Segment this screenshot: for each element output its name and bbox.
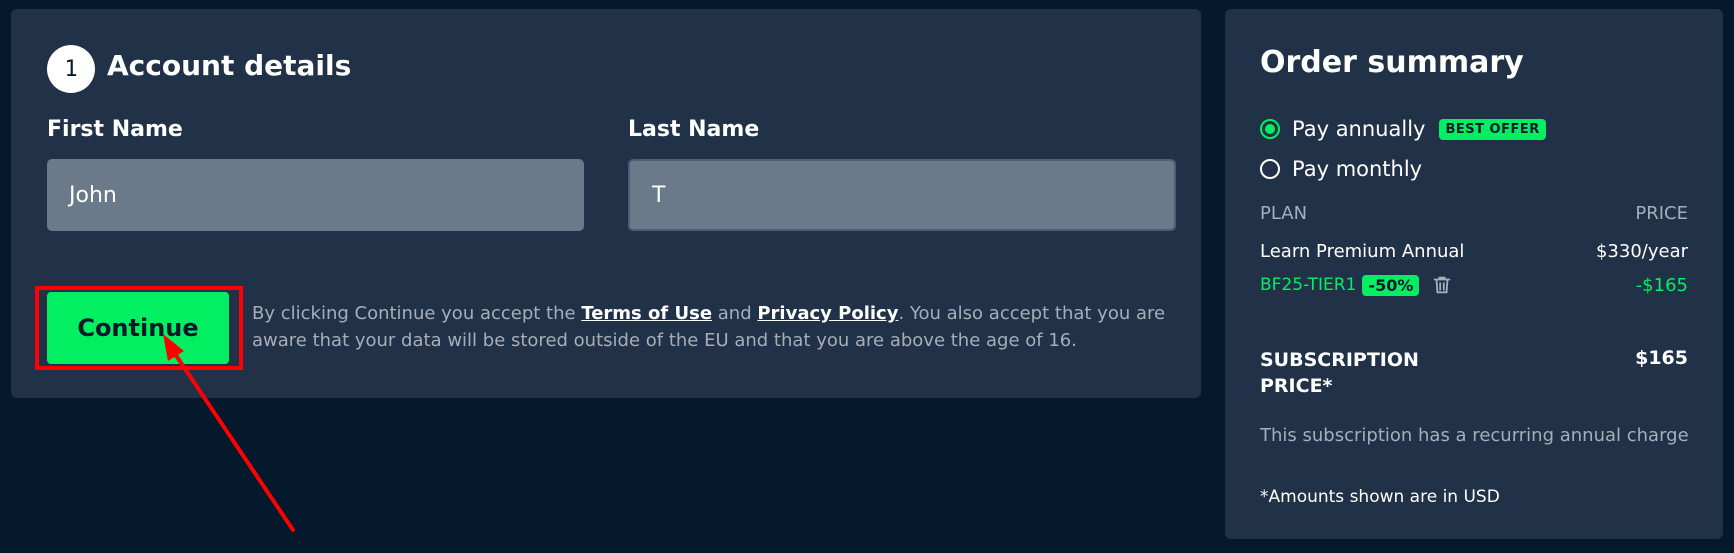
promo-amount: -$165 — [1635, 275, 1688, 296]
currency-note: *Amounts shown are in USD — [1260, 487, 1500, 507]
radio-selected-icon — [1260, 119, 1280, 139]
plan-column-header: PLAN — [1260, 203, 1308, 224]
promo-code-row: BF25-TIER1 -50% — [1260, 274, 1453, 296]
recurring-charge-note: This subscription has a recurring annual… — [1260, 425, 1689, 446]
subscription-price-label: SUBSCRIPTION PRICE* — [1260, 349, 1419, 397]
price-column-header: PRICE — [1635, 203, 1688, 224]
plan-price: $330/year — [1595, 241, 1688, 262]
last-name-input[interactable]: T — [628, 159, 1176, 231]
trash-icon[interactable] — [1431, 274, 1453, 296]
continue-button[interactable]: Continue — [47, 292, 229, 364]
promo-code: BF25-TIER1 — [1260, 275, 1357, 295]
pay-monthly-label: Pay monthly — [1292, 157, 1423, 181]
first-name-value: John — [69, 182, 117, 208]
pay-annually-option[interactable]: Pay annually BEST OFFER — [1260, 117, 1546, 141]
last-name-label: Last Name — [628, 117, 760, 142]
plan-name: Learn Premium Annual — [1260, 241, 1465, 262]
section-title: Account details — [107, 49, 352, 82]
first-name-label: First Name — [47, 117, 183, 142]
last-name-value: T — [652, 182, 666, 208]
privacy-policy-link[interactable]: Privacy Policy — [757, 303, 898, 324]
subscription-price: $165 — [1635, 347, 1688, 369]
radio-unselected-icon — [1260, 159, 1280, 179]
pay-monthly-option[interactable]: Pay monthly — [1260, 157, 1422, 181]
best-offer-badge: BEST OFFER — [1439, 118, 1546, 140]
discount-badge: -50% — [1362, 274, 1420, 296]
legal-text-part1: By clicking Continue you accept the — [252, 303, 582, 324]
first-name-input[interactable]: John — [47, 159, 584, 231]
order-summary-title: Order summary — [1260, 45, 1524, 80]
order-summary-panel: Order summary Pay annually BEST OFFER Pa… — [1225, 9, 1723, 539]
terms-of-use-link[interactable]: Terms of Use — [581, 303, 712, 324]
account-details-panel: 1 Account details First Name John Last N… — [11, 9, 1201, 398]
step-number-badge: 1 — [47, 45, 95, 93]
legal-text-part2: and — [712, 303, 758, 324]
pay-annually-label: Pay annually — [1292, 117, 1426, 141]
legal-text: By clicking Continue you accept the Term… — [252, 300, 1172, 354]
